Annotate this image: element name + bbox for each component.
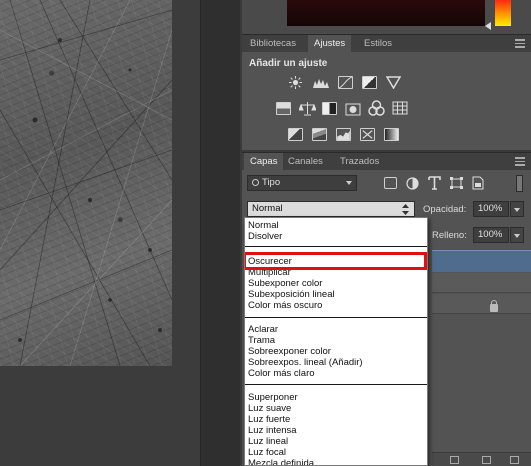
blend-option[interactable]: Subexponer color (248, 278, 322, 289)
gradient-map-icon[interactable] (384, 128, 399, 141)
adjustments-tabbar: Bibliotecas Ajustes Estilos (242, 34, 531, 53)
selective-color-icon[interactable] (360, 128, 375, 141)
new-group-icon[interactable] (450, 456, 459, 464)
fill-input[interactable]: 100% (473, 227, 509, 243)
photo-filter-icon[interactable] (345, 101, 361, 116)
tab-ajustes[interactable]: Ajustes (308, 35, 352, 53)
fill-slider-button[interactable] (510, 227, 524, 243)
brightness-icon[interactable] (288, 76, 303, 89)
color-balance-icon[interactable] (299, 101, 316, 116)
photoshop-window: Bibliotecas Ajustes Estilos Añadir un aj… (0, 0, 531, 466)
layers-bottom-bar (432, 452, 531, 466)
layers-tabbar: Capas Canales Trazados (242, 152, 531, 171)
layers-panel-menu-icon[interactable] (515, 157, 525, 166)
adjustment-filter-icon[interactable] (406, 177, 419, 190)
delete-layer-icon[interactable] (510, 456, 519, 464)
hue-saturation-icon[interactable] (276, 102, 291, 115)
blend-option[interactable]: Subexposición lineal (248, 289, 335, 300)
blend-option[interactable]: Luz fuerte (248, 414, 290, 425)
blend-option[interactable]: Aclarar (248, 324, 278, 335)
highlight-box (245, 252, 427, 270)
blend-option[interactable]: Mezcla definida (248, 458, 314, 465)
exposure-icon[interactable] (362, 76, 377, 89)
tab-canales[interactable]: Canales (282, 153, 329, 171)
layer-row[interactable] (432, 273, 531, 293)
color-lookup-icon[interactable] (392, 101, 408, 115)
fill-label: Relleno: (432, 230, 467, 241)
hue-slider[interactable] (495, 0, 511, 26)
blend-mode-select[interactable]: Normal (247, 201, 415, 217)
blend-option[interactable]: Color más claro (248, 368, 315, 379)
blend-option[interactable]: Sobreexpos. lineal (Añadir) (248, 357, 363, 368)
color-field[interactable] (287, 0, 485, 26)
blend-option[interactable]: Luz lineal (248, 436, 288, 447)
threshold-icon[interactable] (336, 128, 351, 141)
opacity-slider-button[interactable] (510, 201, 524, 217)
channel-mixer-icon[interactable] (368, 100, 385, 116)
black-white-icon[interactable] (322, 102, 337, 115)
background-layer-row[interactable] (432, 294, 531, 314)
tab-estilos[interactable]: Estilos (358, 35, 398, 53)
levels-icon[interactable] (312, 77, 330, 89)
blend-option[interactable]: Disolver (248, 231, 282, 242)
selected-layer-row[interactable] (432, 250, 531, 272)
opacity-label: Opacidad: (423, 204, 467, 215)
color-picker-panel (242, 0, 531, 34)
tab-trazados[interactable]: Trazados (334, 153, 385, 171)
smart-object-filter-icon[interactable] (472, 176, 484, 190)
panel-menu-icon[interactable] (515, 39, 525, 48)
blend-mode-dropdown: Normal Disolver Oscurecer Multiplicar Su… (244, 217, 428, 466)
blend-option[interactable]: Normal (248, 220, 279, 231)
layer-filter-value: Tipo (262, 177, 281, 188)
adjustments-panel: Añadir un ajuste (242, 52, 531, 150)
filter-toggle-switch[interactable] (516, 175, 523, 192)
blend-option[interactable]: Color más oscuro (248, 300, 322, 311)
curves-icon[interactable] (338, 76, 353, 89)
canvas-image[interactable] (0, 0, 172, 366)
menu-separator (245, 384, 427, 385)
new-layer-icon[interactable] (482, 456, 491, 464)
menu-separator (245, 246, 427, 247)
tab-capas[interactable]: Capas (244, 153, 284, 171)
opacity-input[interactable]: 100% (473, 201, 509, 217)
type-filter-icon[interactable] (428, 176, 441, 190)
shape-filter-icon[interactable] (450, 177, 463, 189)
menu-separator (245, 317, 427, 318)
posterize-icon[interactable] (312, 128, 327, 141)
layer-filter-select[interactable]: Tipo (247, 175, 357, 191)
blend-option[interactable]: Sobreexponer color (248, 346, 331, 357)
pixel-filter-icon[interactable] (384, 177, 397, 189)
updown-chevron-icon (402, 204, 409, 215)
blend-option[interactable]: Superponer (248, 392, 298, 403)
tab-bibliotecas[interactable]: Bibliotecas (244, 35, 302, 53)
color-field-marker (485, 22, 491, 30)
blend-option[interactable]: Luz focal (248, 447, 286, 458)
search-icon (252, 179, 259, 186)
panel-dock-gutter (200, 0, 240, 466)
blend-option[interactable]: Trama (248, 335, 275, 346)
chevron-down-icon[interactable] (343, 175, 357, 191)
adjustments-title: Añadir un ajuste (249, 58, 328, 69)
vibrance-icon[interactable] (386, 76, 401, 89)
invert-icon[interactable] (288, 128, 303, 141)
blend-option[interactable]: Luz intensa (248, 425, 297, 436)
lock-icon (490, 300, 498, 312)
blend-option[interactable]: Luz suave (248, 403, 291, 414)
